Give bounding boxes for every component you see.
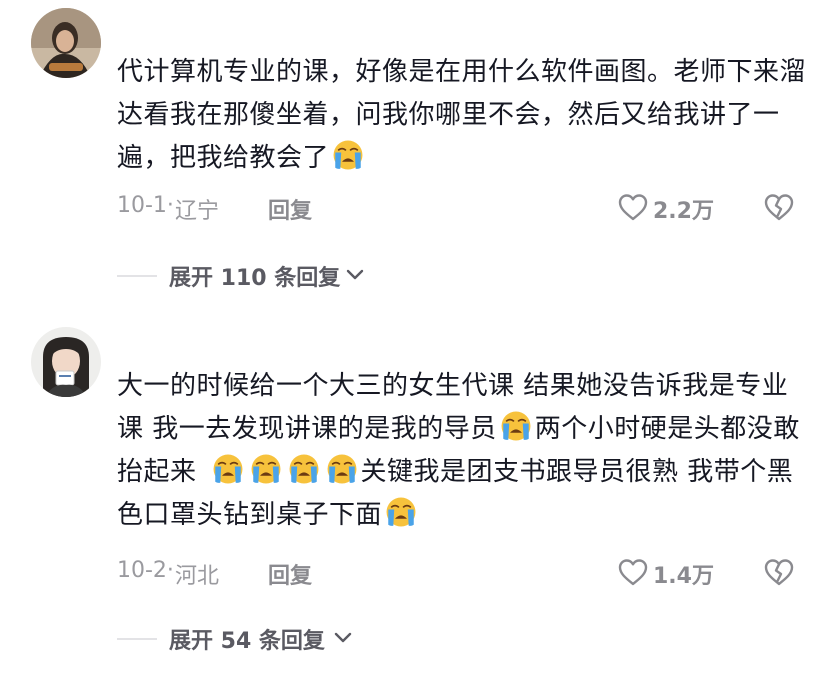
- comment-date: 10-1·: [117, 193, 174, 218]
- avatar-image: [31, 8, 101, 78]
- divider-line: [117, 638, 157, 640]
- broken-heart-icon[interactable]: [763, 557, 795, 587]
- comment-location: 河北: [175, 564, 220, 589]
- like-count: 1.4万: [653, 564, 714, 589]
- loudly-crying-face-emoji-icon: [325, 452, 359, 486]
- expand-replies-button[interactable]: 展开 54 条回复: [117, 623, 517, 655]
- expand-replies-label: 展开 110 条回复: [169, 266, 341, 291]
- reply-button[interactable]: 回复: [268, 558, 312, 590]
- heart-outline-icon[interactable]: [617, 557, 649, 587]
- comment-meta: 10-2· 河北 回复 1.4万: [117, 557, 807, 590]
- loudly-crying-face-emoji-icon: [499, 409, 533, 443]
- comment-meta: 10-1· 辽宁 回复 2.2万: [117, 192, 807, 225]
- expand-replies-label: 展开 54 条回复: [169, 629, 325, 654]
- comment-item: 代计算机专业的课，好像是在用什么软件画图。老师下来溜达看我在那傻坐着，问我你哪里…: [0, 0, 828, 320]
- divider-line: [117, 275, 157, 277]
- comment-date: 10-2·: [117, 558, 174, 583]
- avatar-image: [31, 327, 101, 397]
- chevron-down-icon: [346, 269, 364, 280]
- heart-outline-icon[interactable]: [617, 192, 649, 222]
- avatar[interactable]: [31, 8, 101, 78]
- like-count: 2.2万: [653, 199, 714, 224]
- broken-heart-icon[interactable]: [763, 192, 795, 222]
- loudly-crying-face-emoji-icon: [287, 452, 321, 486]
- loudly-crying-face-emoji-icon: [331, 138, 365, 172]
- loudly-crying-face-emoji-icon: [211, 452, 245, 486]
- avatar[interactable]: [31, 327, 101, 397]
- comment-text: 大一的时候给一个大三的女生代课 结果她没告诉我是专业课 我一去发现讲课的是我的导…: [117, 365, 807, 537]
- comment-text: 代计算机专业的课，好像是在用什么软件画图。老师下来溜达看我在那傻坐着，问我你哪里…: [117, 51, 807, 180]
- loudly-crying-face-emoji-icon: [384, 495, 418, 529]
- expand-replies-button[interactable]: 展开 110 条回复: [117, 260, 517, 292]
- comment-item: 大一的时候给一个大三的女生代课 结果她没告诉我是专业课 我一去发现讲课的是我的导…: [0, 320, 828, 674]
- comment-location: 辽宁: [175, 199, 220, 224]
- reply-button[interactable]: 回复: [268, 193, 312, 225]
- loudly-crying-face-emoji-icon: [249, 452, 283, 486]
- comment-text-part: 代计算机专业的课，好像是在用什么软件画图。老师下来溜达看我在那傻坐着，问我你哪里…: [117, 57, 807, 173]
- chevron-down-icon: [334, 632, 352, 643]
